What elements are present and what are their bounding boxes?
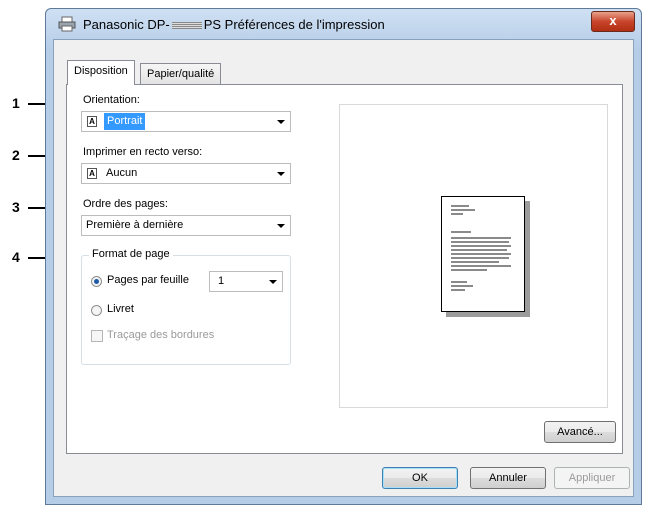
page-order-dropdown[interactable]: Première à dernière <box>81 215 291 236</box>
printer-icon <box>58 16 76 32</box>
pages-per-sheet-value: 1 <box>218 275 225 287</box>
chevron-down-icon <box>277 120 285 124</box>
close-button[interactable]: x <box>591 11 635 32</box>
orientation-dropdown[interactable]: A Portrait <box>81 111 291 132</box>
apply-button[interactable]: Appliquer <box>554 467 630 489</box>
text-line <box>451 237 511 239</box>
window-title-suffix: PS Préférences de l'impression <box>203 17 385 32</box>
duplex-none-icon: A <box>87 168 97 179</box>
cancel-button[interactable]: Annuler <box>470 467 546 489</box>
duplex-value: Aucun <box>106 167 138 179</box>
window-title: Panasonic DP- PS Préférences de l'impress… <box>83 17 385 32</box>
text-line <box>451 205 469 207</box>
callout-4: 4 <box>12 249 20 265</box>
pages-per-sheet-radio[interactable] <box>91 276 102 287</box>
booklet-radio[interactable] <box>91 305 102 316</box>
window-title-prefix: Panasonic DP- <box>83 17 170 32</box>
advanced-button-label: Avancé... <box>557 426 603 438</box>
cancel-button-label: Annuler <box>489 472 527 484</box>
text-line <box>451 289 465 291</box>
redacted-model <box>171 22 202 30</box>
apply-button-label: Appliquer <box>568 472 616 484</box>
callout-3: 3 <box>12 199 20 215</box>
tab-disposition-label: Disposition <box>74 65 128 77</box>
orientation-value: Portrait <box>104 113 146 130</box>
ok-button-label: OK <box>412 472 428 484</box>
text-line <box>451 213 463 215</box>
advanced-button[interactable]: Avancé... <box>544 421 616 443</box>
page-order-label: Ordre des pages: <box>83 198 168 210</box>
layout-preview <box>339 104 608 408</box>
text-line <box>451 241 509 243</box>
page-preview <box>441 196 525 312</box>
pages-per-sheet-label: Pages par feuille <box>107 274 189 286</box>
duplex-dropdown[interactable]: A Aucun <box>81 163 291 184</box>
tab-paper-quality[interactable]: Papier/qualité <box>140 63 222 84</box>
text-line <box>451 257 509 259</box>
chevron-down-icon <box>277 224 285 228</box>
callout-1: 1 <box>12 95 20 111</box>
tab-disposition[interactable]: Disposition <box>67 60 135 85</box>
text-line <box>451 209 475 211</box>
text-line <box>451 249 507 251</box>
text-line <box>451 261 499 263</box>
text-line <box>451 245 511 247</box>
booklet-label: Livret <box>107 303 134 315</box>
text-line <box>451 253 511 255</box>
title-bar[interactable]: Panasonic DP- PS Préférences de l'impress… <box>46 9 641 39</box>
print-preferences-window: Panasonic DP- PS Préférences de l'impress… <box>45 8 642 505</box>
text-line <box>451 285 473 287</box>
duplex-label: Imprimer en recto verso: <box>83 146 203 158</box>
orientation-label: Orientation: <box>83 94 140 106</box>
page-format-title: Format de page <box>89 248 173 260</box>
draw-borders-checkbox[interactable] <box>91 330 103 342</box>
portrait-icon: A <box>87 116 97 127</box>
pages-per-sheet-dropdown[interactable]: 1 <box>209 271 283 292</box>
text-line <box>451 231 471 233</box>
close-icon: x <box>609 13 617 28</box>
callout-2: 2 <box>12 147 20 163</box>
text-line <box>451 269 487 271</box>
draw-borders-label: Traçage des bordures <box>107 329 215 341</box>
chevron-down-icon <box>269 280 277 284</box>
text-line <box>451 281 467 283</box>
page-order-value: Première à dernière <box>86 219 184 231</box>
tab-paper-quality-label: Papier/qualité <box>147 68 215 80</box>
chevron-down-icon <box>277 172 285 176</box>
disposition-panel: Orientation: A Portrait Imprimer en rect… <box>66 84 623 454</box>
ok-button[interactable]: OK <box>382 467 458 489</box>
text-line <box>451 265 511 267</box>
dialog-client: Disposition Papier/qualité Orientation: … <box>53 39 634 497</box>
